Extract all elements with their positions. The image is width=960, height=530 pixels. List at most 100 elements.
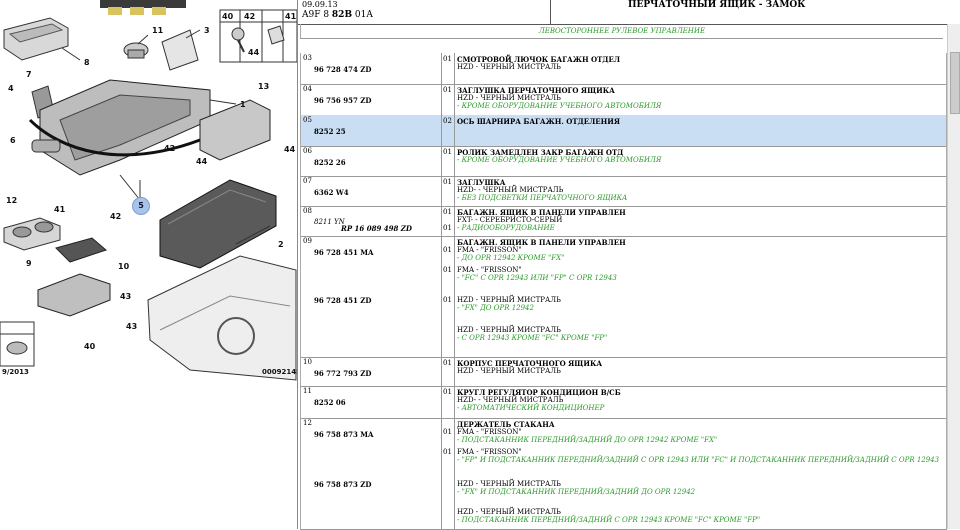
- part-condition: - РАДИООБОРУДОВАНИЕ: [457, 224, 555, 232]
- column-divider: [441, 146, 442, 176]
- callout[interactable]: 42: [164, 144, 175, 153]
- page-title: ПЕРЧАТОЧНЫЙ ЯЩИК - ЗАМОК: [628, 0, 806, 10]
- callout[interactable]: 9: [26, 259, 32, 268]
- variant-condition: - "FC" С OPR 12943 ИЛИ "FP" С OPR 12943: [457, 274, 617, 282]
- column-divider: [441, 53, 442, 84]
- callout[interactable]: 1: [240, 100, 246, 109]
- row-position: 03: [303, 54, 312, 62]
- part-condition: - АВТОМАТИЧЕСКИЙ КОНДИЦИОНЕР: [457, 404, 605, 412]
- part-number[interactable]: 6362 W4: [314, 188, 349, 197]
- callout[interactable]: 43: [126, 322, 137, 331]
- scrollbar-thumb[interactable]: [950, 52, 960, 114]
- column-divider: [454, 386, 455, 418]
- part-quantity: 01: [443, 86, 452, 94]
- part-number[interactable]: 8252 26: [314, 158, 346, 167]
- callout[interactable]: 10: [118, 262, 129, 271]
- callout[interactable]: 43: [120, 292, 131, 301]
- column-divider: [454, 176, 455, 206]
- row-position: 05: [303, 116, 312, 124]
- callout[interactable]: 4: [8, 84, 14, 93]
- part-number[interactable]: 96 728 474 ZD: [314, 65, 371, 74]
- parts-diagram[interactable]: 40 42 41 44 11 3 8 7 4 1 13 6 44 42 44 5…: [0, 0, 298, 529]
- diagram-date-code: 9/2013: [2, 368, 29, 376]
- column-divider: [454, 84, 455, 115]
- table-row[interactable]: 12 ДЕРЖАТЕЛЬ СТАКАНА 01 96 758 873 MA 96 758…: [300, 418, 947, 530]
- part-color-line: HZD - ЧЕРНЫЙ МИСТРАЛЬ: [457, 63, 561, 71]
- part-condition: - БЕЗ ПОДСВЕТКИ ПЕРЧАТОЧНОГО ЯЩИКА: [457, 194, 628, 202]
- callout[interactable]: 44: [196, 157, 207, 166]
- column-divider: [454, 206, 455, 236]
- part-quantity: 01: [443, 224, 452, 232]
- callout[interactable]: 3: [204, 26, 210, 35]
- part-condition: - КРОМЕ ОБОРУДОВАНИЕ УЧЕБНОГО АВТОМОБИЛЯ: [457, 102, 662, 110]
- column-divider: [454, 357, 455, 386]
- variant-line: HZD - ЧЕРНЫЙ МИСТРАЛЬ: [457, 296, 561, 304]
- variant-line: HZD - ЧЕРНЫЙ МИСТРАЛЬ: [457, 326, 561, 334]
- part-number[interactable]: 96 756 957 ZD: [314, 96, 371, 105]
- inset-callout: 42: [244, 12, 256, 21]
- column-divider: [441, 357, 442, 386]
- table-row[interactable]: 08 8211 YN 01 БАГАЖН. ЯЩИК В ПАНЕЛИ УПРАВЛЕ…: [300, 206, 947, 237]
- vertical-scrollbar[interactable]: [947, 24, 960, 529]
- callout[interactable]: 44: [284, 145, 295, 154]
- callout[interactable]: 42: [110, 212, 121, 221]
- variant-condition: - С OPR 12943 КРОМЕ "FC" КРОМЕ "FP": [457, 334, 608, 342]
- part-quantity: 01: [443, 359, 452, 367]
- parts-list-panel: 09.09.13 A9F 8 82B 01A ПЕРЧАТОЧНЫЙ ЯЩИК …: [298, 0, 960, 530]
- table-row[interactable]: 07 6362 W4 01 ЗАГЛУШКА HZD- - ЧЕРНЫЙ МИСТРАЛ…: [300, 176, 947, 207]
- callout[interactable]: 12: [6, 196, 17, 205]
- part-quantity: 01: [443, 208, 452, 216]
- inset-callout: 44: [248, 48, 260, 57]
- row-position: 08: [303, 207, 312, 215]
- steering-section-label: ЛЕВОСТОРОННЕЕ РУЛЕВОЕ УПРАВЛЕНИЕ: [300, 24, 943, 39]
- row-position: 09: [303, 237, 312, 245]
- part-number[interactable]: 96 728 451 ZD: [314, 296, 371, 305]
- part-number[interactable]: 96 772 793 ZD: [314, 369, 371, 378]
- row-position: 11: [303, 387, 312, 395]
- callout[interactable]: 6: [10, 136, 16, 145]
- part-quantity: 01: [443, 296, 452, 304]
- table-row[interactable]: 06 8252 26 01 РОЛИК ЗАМЕДЛЕН ЗАКР БАГАЖН ОТ…: [300, 146, 947, 177]
- variant-condition: - "FP" И ПОДСТАКАННИК ПЕРЕДНИЙ/ЗАДНИЙ С …: [457, 456, 940, 464]
- callout[interactable]: 13: [258, 82, 269, 91]
- inset-callout: 40: [222, 12, 234, 21]
- column-divider: [454, 418, 455, 529]
- table-row[interactable]: 04 96 756 957 ZD 01 ЗАГЛУШКА ПЕРЧАТОЧНОГО Я…: [300, 84, 947, 116]
- table-row[interactable]: 05 8252 25 02 ОСЬ ШАРНИРА БАГАЖН. ОТДЕЛЕНИЯ: [300, 115, 947, 147]
- column-divider: [454, 236, 455, 357]
- callout[interactable]: 11: [152, 26, 163, 35]
- callout[interactable]: 40: [84, 342, 95, 351]
- variant-line: HZD - ЧЕРНЫЙ МИСТРАЛЬ: [457, 508, 561, 516]
- column-divider: [441, 418, 442, 529]
- variant-condition: - ПОДСТАКАННИК ПЕРЕДНИЙ/ЗАДНИЙ ДО OPR 12…: [457, 436, 718, 444]
- variant-condition: - "FX" ДО OPR 12942: [457, 304, 534, 312]
- part-description: ОСЬ ШАРНИРА БАГАЖН. ОТДЕЛЕНИЯ: [457, 117, 621, 126]
- column-divider: [441, 206, 442, 236]
- table-row[interactable]: 03 96 728 474 ZD 01 СМОТРОВОЙ ЛЮЧОК БАГАЖН …: [300, 53, 947, 85]
- alternate-part-number[interactable]: RP 16 089 498 ZD: [341, 224, 412, 233]
- callout-selected[interactable]: 5: [132, 197, 150, 215]
- callout[interactable]: 41: [54, 205, 65, 214]
- column-divider: [441, 84, 442, 115]
- callout[interactable]: 2: [278, 240, 284, 249]
- table-row[interactable]: 10 96 772 793 ZD 01 КОРПУС ПЕРЧАТОЧНОГО ЯЩИ…: [300, 357, 947, 387]
- variant-condition: - "FX" И ПОДСТАКАННИК ПЕРЕДНИЙ/ЗАДНИЙ ДО…: [457, 488, 696, 496]
- inset-callout: 41: [285, 12, 297, 21]
- table-row[interactable]: 11 8252 06 01 КРУГЛ РЕГУЛЯТОР КОНДИЦИОН В/С…: [300, 386, 947, 419]
- callout[interactable]: 8: [84, 58, 90, 67]
- table-row[interactable]: 09 БАГАЖН. ЯЩИК В ПАНЕЛИ УПРАВЛЕН 01 96 728…: [300, 236, 947, 358]
- part-color-line: HZD - ЧЕРНЫЙ МИСТРАЛЬ: [457, 94, 561, 102]
- part-number[interactable]: 8252 06: [314, 398, 346, 407]
- part-quantity: 01: [443, 448, 452, 456]
- callout[interactable]: 7: [26, 70, 32, 79]
- part-number[interactable]: 96 758 873 ZD: [314, 480, 371, 489]
- header-code: A9F 8 82B 01A: [302, 10, 373, 20]
- part-number[interactable]: 8252 25: [314, 127, 346, 136]
- parts-drawing: [0, 9, 297, 381]
- part-number[interactable]: 96 728 451 MA: [314, 248, 373, 257]
- column-divider: [454, 53, 455, 84]
- row-position: 07: [303, 177, 312, 185]
- column-divider: [441, 176, 442, 206]
- part-number[interactable]: 96 758 873 MA: [314, 430, 373, 439]
- row-position: 12: [303, 419, 312, 427]
